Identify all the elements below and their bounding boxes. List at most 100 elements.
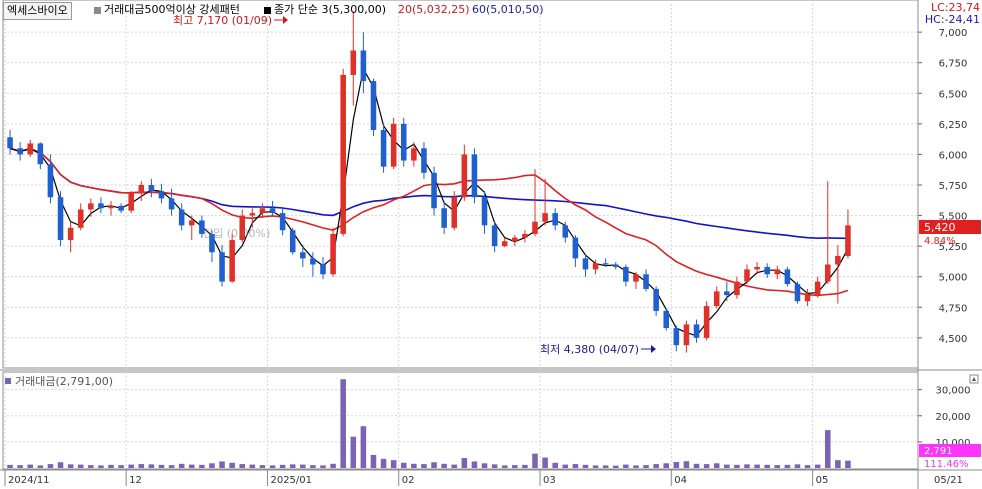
stock-chart: 7,0006,7506,5006,2506,0005,7505,5005,250… [0,0,982,489]
volume-bar [108,464,114,468]
candle-body [7,137,13,149]
candle-body [249,213,256,216]
candle-body [633,274,639,282]
volume-bar [269,465,276,468]
candle-body [592,263,599,270]
hc-label: HC:-24,41 [925,14,980,26]
candle-body [178,209,185,226]
volume-bar [239,464,246,468]
price-tick-label: 6,250 [939,120,968,131]
volume-bar [683,461,690,468]
candle-body [562,225,569,238]
candle-body [300,252,306,259]
candle-body [804,295,811,302]
volume-panel-label: 거래대금(2,791,00) [15,375,113,388]
candle-body [158,191,165,199]
candle-body [17,148,23,155]
volume-bar [744,464,750,468]
volume-bar [98,465,104,468]
volume-bar [209,463,215,468]
volume-bar [441,463,447,468]
volume-legend-swatch [5,378,11,384]
ma3-text: 종가 단순 3(5,300,00) [274,3,387,16]
candle-body [47,164,54,198]
volume-bar [572,464,579,468]
volume-bar [178,463,185,468]
candle-body [532,221,538,234]
candle-body [512,237,518,242]
price-tick-label: 6,000 [939,150,968,161]
volume-bar [582,464,589,468]
volume-bar [350,436,357,468]
volume-bar [158,464,165,468]
candle-body [37,143,44,165]
volume-bar [734,464,740,468]
candle-body [542,213,548,222]
volume-bar [623,464,629,468]
candle-body [784,269,791,285]
candle-body [481,197,488,226]
candle-body [27,143,34,155]
volume-bar [279,464,286,468]
time-tick-label: 03 [543,475,556,486]
candle-body [713,291,720,307]
indicator-label[interactable]: 거래대금500억이상 강세패턴 [94,3,240,17]
low-annotation: 최저 4,380 (04/07) [540,343,639,356]
candle-body [98,203,104,209]
symbol-name: 엑세스바이오 [7,4,68,17]
volume-bar [703,464,710,468]
candle-body [431,172,437,209]
volume-bar [845,460,851,468]
candle-body [289,230,296,253]
volume-bar [370,454,377,468]
volume-bar [764,464,770,468]
volume-bar [451,464,458,468]
ma20-label[interactable]: 20(5,032,25) [398,3,470,17]
volume-bar [592,465,599,468]
candle-body [683,324,690,346]
candle-body [57,197,64,241]
volume-bar [431,462,437,468]
candle-body [734,281,740,296]
volume-bar [259,465,266,468]
volume-bar [633,465,639,468]
volume-bar [461,458,468,468]
symbol-box[interactable]: 엑세스바이오 [3,2,72,20]
current-volume: 2,791 [924,446,953,457]
volume-bar [411,463,417,468]
volume-bar [229,462,235,468]
candle-body [390,123,397,167]
candle-body [370,81,377,130]
time-tick-label: 2025/01 [270,475,312,486]
ma20-text: 20(5,032,25) [398,3,470,16]
volume-bar [128,464,134,468]
volume-bar [612,465,619,468]
current-volume-change: 111.46% [924,459,969,470]
volume-bar [289,464,296,468]
ma60-label[interactable]: 60(5,010,50) [472,3,544,17]
candle-body [108,205,114,209]
candle-body [441,208,447,228]
volume-bar [421,464,427,468]
indicator-swatch [94,6,101,14]
volume-bar [562,464,569,468]
candle-body [552,213,558,226]
candle-body [653,288,659,311]
candle-body [219,252,225,282]
volume-bar [118,465,124,468]
volume-bar [380,458,387,468]
volume-bar [754,464,760,468]
volume-bar [360,426,367,468]
volume-bar [814,464,821,468]
volume-bar [602,465,609,468]
price-tick-label: 5,750 [939,181,968,192]
ma-group-label[interactable]: 종가 단순 3(5,300,00) [264,3,386,17]
volume-bar [138,464,145,468]
volume-bar [77,464,84,468]
time-tick-label: 05 [816,475,829,486]
candle-body [461,154,468,198]
ma3-swatch [264,6,271,14]
candle-body [522,233,528,238]
ghost-annotation: 진입 (0.00%) [203,227,270,240]
price-tick-label: 4,750 [939,303,968,314]
